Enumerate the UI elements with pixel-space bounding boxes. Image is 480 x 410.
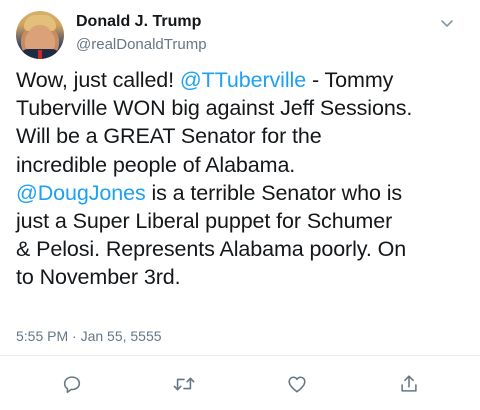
tweet-text-line: to November 3rd. [16, 263, 472, 291]
like-button[interactable] [285, 372, 309, 396]
tweet-text-segment: - Tommy [306, 68, 394, 92]
tweet-text-line: & Pelosi. Represents Alabama poorly. On [16, 235, 472, 263]
mention-link[interactable]: @TTuberville [180, 68, 306, 92]
avatar-tie [38, 50, 42, 59]
retweet-icon [172, 373, 196, 395]
tweet-text-line: @DougJones is a terrible Senator who is [16, 179, 472, 207]
tweet-text-segment: Wow, just called! [16, 68, 180, 92]
tweet-text-line: Wow, just called! @TTuberville - Tommy [16, 66, 472, 94]
reply-button[interactable] [60, 372, 84, 396]
tweet-timestamp[interactable]: 5:55 PM · Jan 55, 5555 [16, 328, 162, 344]
tweet-text-line: incredible people of Alabama. [16, 151, 472, 179]
more-options-chevron-icon[interactable] [440, 16, 454, 30]
retweet-button[interactable] [172, 372, 196, 396]
tweet-text-segment: Tuberville WON big against Jeff Sessions… [16, 96, 413, 121]
heart-icon [286, 373, 308, 395]
tweet-text-line: just a Super Liberal puppet for Schumer [16, 207, 472, 235]
tweet-text: Wow, just called! @TTuberville - Tommy Tu… [16, 66, 472, 292]
author-handle[interactable]: @realDonaldTrump [76, 36, 207, 53]
share-icon [398, 373, 420, 395]
avatar-face [28, 25, 52, 51]
tweet-text-line: Will be a GREAT Senator for the [16, 122, 472, 150]
tweet-card: Donald J. Trump @realDonaldTrump Wow, ju… [0, 0, 480, 410]
author-name[interactable]: Donald J. Trump [76, 13, 201, 31]
actions-divider [0, 355, 480, 356]
tweet-text-line: Tuberville WON big against Jeff Sessions… [16, 94, 472, 122]
tweet-text-segment: to November 3rd. [16, 265, 181, 290]
share-button[interactable] [397, 372, 421, 396]
tweet-text-segment: just a Super Liberal puppet for Schumer [16, 209, 393, 234]
tweet-text-segment: Will be a GREAT Senator for the [16, 124, 322, 149]
reply-icon [61, 373, 83, 395]
author-avatar[interactable] [16, 11, 64, 59]
tweet-text-segment: incredible people of Alabama. [16, 152, 296, 177]
tweet-text-segment: & Pelosi. Represents Alabama poorly. On [16, 237, 407, 262]
tweet-text-segment: is a terrible Senator who is [145, 180, 403, 205]
mention-link[interactable]: @DougJones [16, 181, 146, 205]
